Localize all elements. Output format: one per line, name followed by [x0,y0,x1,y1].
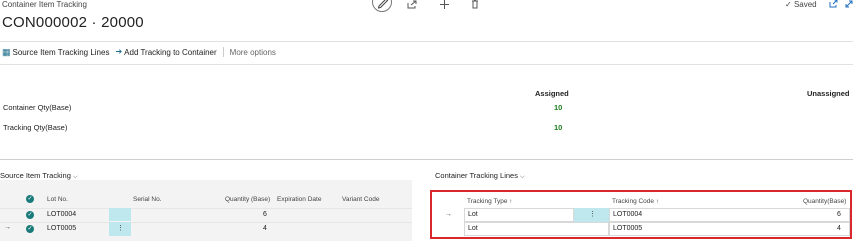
share-icon[interactable] [407,0,418,9]
quantity-cell[interactable]: 6 [837,211,841,218]
delete-icon[interactable] [471,0,479,9]
edit-button[interactable] [372,0,392,12]
column-serial-no[interactable]: Serial No. [133,196,162,203]
action-bar: ▦ Source Item Tracking Lines ➔ Add Track… [2,46,276,58]
tracking-code-field[interactable] [609,208,850,222]
tracking-type-cell[interactable]: Lot [468,225,478,232]
lot-no-cell[interactable]: LOT0004 [47,211,76,218]
add-tracking-button[interactable]: ➔ Add Tracking to Container [115,47,216,57]
pencil-icon [377,0,389,9]
column-tracking-code[interactable]: Tracking Code ↑ [612,198,659,205]
row-divider [0,222,412,223]
tracking-type-cell[interactable]: Lot [468,211,478,218]
column-quantity-base[interactable]: Quantity (Base) [225,196,270,203]
checkmark-icon: ✓ [785,0,792,9]
assigned-header: Assigned [535,89,569,98]
tracking-code-field[interactable] [609,222,850,236]
row-divider [0,208,412,209]
source-tracking-lines-button[interactable]: ▦ Source Item Tracking Lines [2,47,109,57]
quantity-cell[interactable]: 4 [837,225,841,232]
page-caption: Container Item Tracking [2,0,87,9]
column-variant-code[interactable]: Variant Code [342,196,379,203]
row-checkbox[interactable]: ✓ [26,211,34,219]
row-checkbox[interactable]: ✓ [26,225,34,233]
row-arrow-icon: → [445,211,452,218]
tracking-qty-assigned[interactable]: 10 [554,123,562,132]
table-icon: ▦ [2,47,11,57]
tracking-code-cell[interactable]: LOT0004 [613,211,642,218]
toolbar-separator [222,47,224,57]
chevron-down-icon: ⌵ [520,174,525,180]
column-expiration-date[interactable]: Expiration Date [277,196,321,203]
select-all-checkbox[interactable]: ✓ [26,195,34,203]
row-arrow-icon: → [4,224,11,231]
tracking-qty-label: Tracking Qty(Base) [3,123,68,132]
new-icon[interactable] [440,0,449,9]
column-quantity-base[interactable]: Quantity(Base) [803,198,846,205]
divider [0,64,853,65]
lot-no-cell[interactable]: LOT0005 [47,225,76,232]
saved-status: ✓ Saved [785,0,817,9]
tracking-type-field[interactable] [464,222,609,236]
column-lot-no[interactable]: Lot No. [47,196,68,203]
container-qty-label: Container Qty(Base) [3,103,72,112]
more-icon[interactable]: ⋮ [117,224,124,232]
open-new-window-icon[interactable] [829,0,838,8]
check-icon: ✓ [27,212,33,218]
divider [0,41,853,42]
unassigned-header: Unassigned [807,89,850,98]
arrow-right-icon: ➔ [115,47,123,56]
quantity-cell[interactable]: 6 [263,211,267,218]
column-tracking-type[interactable]: Tracking Type ↑ [467,198,513,205]
tracking-code-cell[interactable]: LOT0005 [613,225,642,232]
quantity-cell[interactable]: 4 [263,225,267,232]
tracking-type-field[interactable] [464,208,574,222]
check-icon: ✓ [27,226,33,232]
page-title: CON000002 · 20000 [2,14,144,31]
more-options-button[interactable]: More options [230,48,276,57]
selected-cell[interactable] [109,208,131,221]
container-tracking-lines-title[interactable]: Container Tracking Lines ⌵ [435,171,525,181]
expand-icon[interactable] [845,0,853,8]
check-icon: ✓ [27,196,33,202]
more-icon[interactable]: ⋮ [589,210,596,218]
divider [0,159,853,160]
container-qty-assigned[interactable]: 10 [554,103,562,112]
